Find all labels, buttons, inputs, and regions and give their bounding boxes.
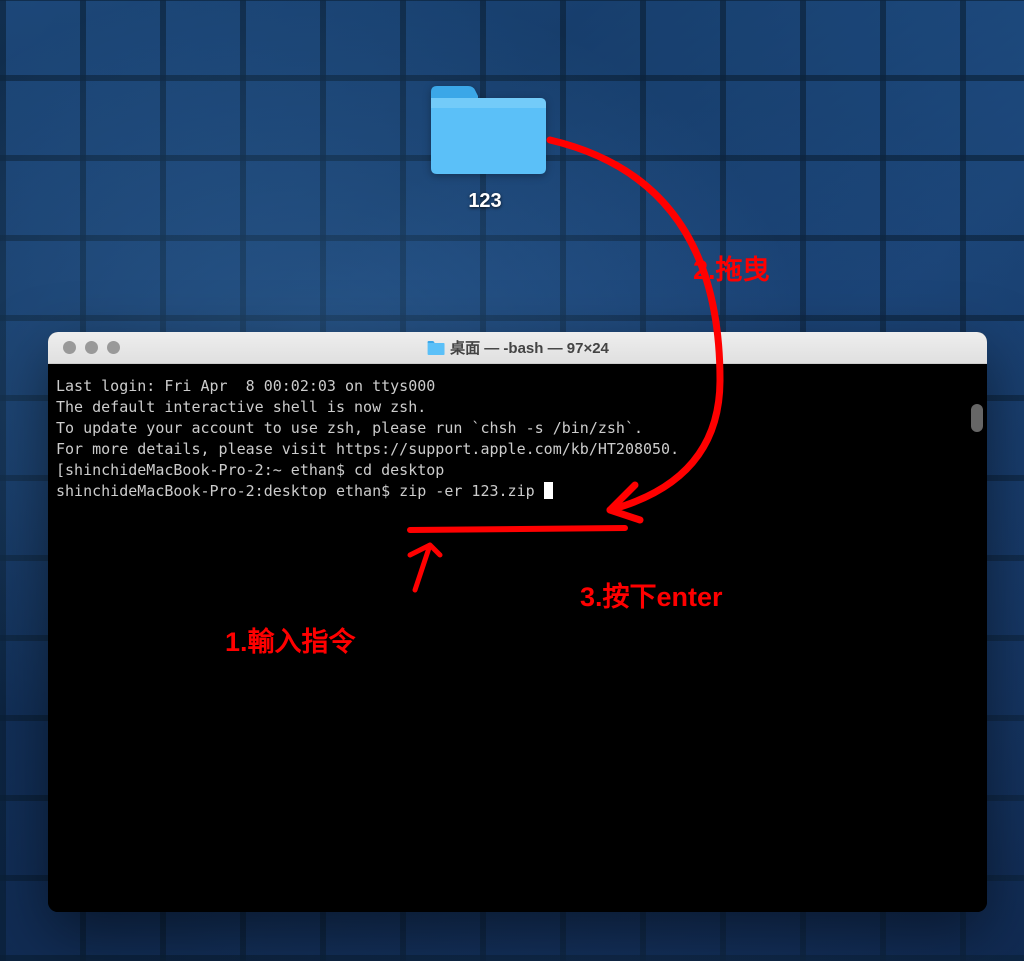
terminal-prompt-line: shinchideMacBook-Pro-2:desktop ethan$ zi… xyxy=(56,481,979,502)
terminal-titlebar[interactable]: 桌面 — -bash — 97×24 xyxy=(48,332,987,364)
terminal-title: 桌面 — -bash — 97×24 xyxy=(426,337,609,358)
folder-icon xyxy=(423,80,548,180)
terminal-cursor xyxy=(544,482,553,499)
terminal-line: To update your account to use zsh, pleas… xyxy=(56,418,979,439)
desktop-folder-123[interactable]: 123 xyxy=(420,80,550,213)
maximize-button[interactable] xyxy=(107,341,120,354)
terminal-line: For more details, please visit https://s… xyxy=(56,439,979,460)
terminal-line: [shinchideMacBook-Pro-2:~ ethan$ cd desk… xyxy=(56,460,979,481)
scrollbar-thumb[interactable] xyxy=(971,404,983,432)
terminal-title-text: 桌面 — -bash — 97×24 xyxy=(450,337,609,358)
close-button[interactable] xyxy=(63,341,76,354)
minimize-button[interactable] xyxy=(85,341,98,354)
terminal-line: The default interactive shell is now zsh… xyxy=(56,397,979,418)
annotation-step3-label: 3.按下enter xyxy=(580,575,723,614)
terminal-body[interactable]: Last login: Fri Apr 8 00:02:03 on ttys00… xyxy=(48,364,987,912)
folder-label: 123 xyxy=(420,190,550,213)
window-controls xyxy=(48,341,120,354)
annotation-step2-label: 2.拖曳 xyxy=(693,248,770,287)
terminal-line: Last login: Fri Apr 8 00:02:03 on ttys00… xyxy=(56,376,979,397)
terminal-window[interactable]: 桌面 — -bash — 97×24 Last login: Fri Apr 8… xyxy=(48,332,987,912)
annotation-step1-label: 1.輸入指令 xyxy=(225,620,356,659)
title-folder-icon xyxy=(426,341,444,355)
